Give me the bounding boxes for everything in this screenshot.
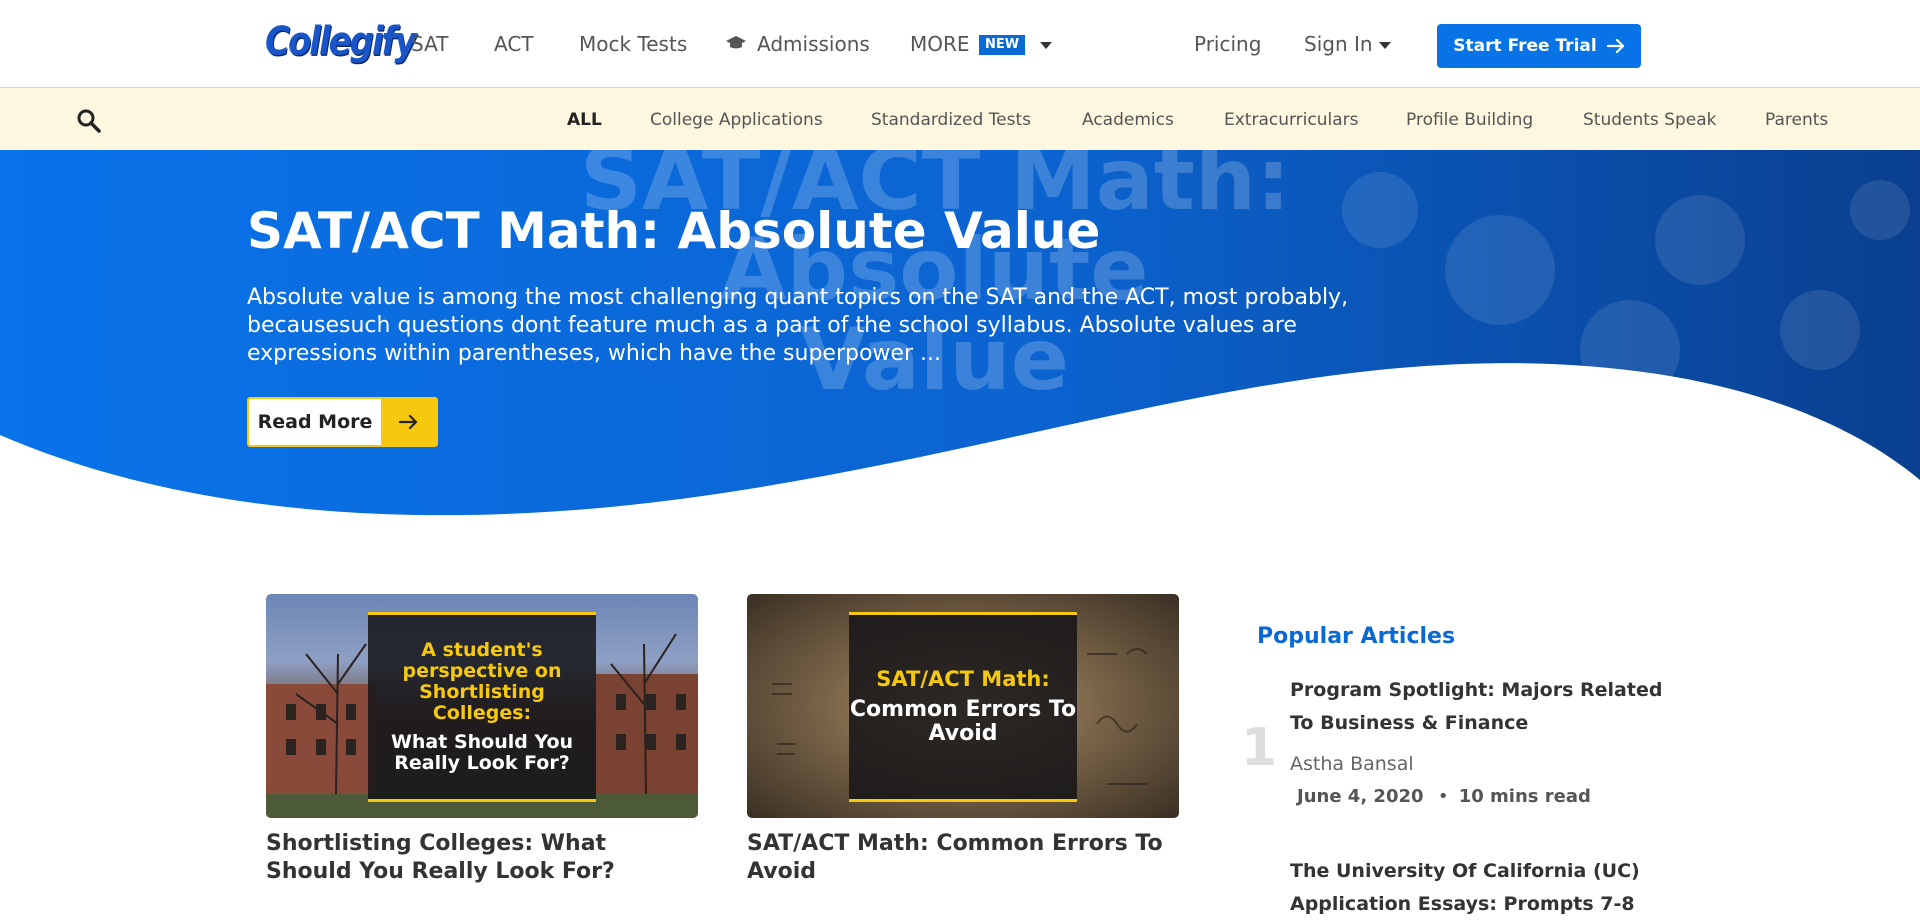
- thumbnail-white-text: Common Errors To Avoid: [849, 696, 1077, 746]
- nav-link-pricing[interactable]: Pricing: [1194, 32, 1261, 56]
- category-extracurriculars[interactable]: Extracurriculars: [1224, 110, 1359, 130]
- article-title[interactable]: Shortlisting Colleges: What Should You R…: [266, 830, 698, 886]
- popular-article-title[interactable]: Program Spotlight: Majors Related To Bus…: [1290, 674, 1670, 740]
- hero-banner: SAT/ACT Math: Absolute Value SAT/ACT Mat…: [0, 150, 1920, 520]
- bullet-separator: •: [1437, 786, 1449, 807]
- popular-article-read-time: 10 mins read: [1458, 786, 1591, 807]
- arrow-right-icon: [398, 414, 417, 430]
- chevron-down-icon[interactable]: [1040, 42, 1052, 49]
- nav-link-more[interactable]: MORE: [910, 32, 970, 56]
- category-bar: ALL College Applications Standardized Te…: [0, 87, 1920, 150]
- nav-link-sat[interactable]: SAT: [411, 32, 448, 56]
- chevron-down-icon[interactable]: [1379, 42, 1391, 49]
- nav-link-admissions[interactable]: Admissions: [757, 32, 870, 56]
- search-icon[interactable]: [76, 108, 102, 134]
- category-academics[interactable]: Academics: [1082, 110, 1174, 130]
- category-college-applications[interactable]: College Applications: [650, 110, 823, 130]
- category-all[interactable]: ALL: [567, 110, 602, 130]
- article-title[interactable]: SAT/ACT Math: Common Errors To Avoid: [747, 830, 1179, 886]
- popular-article-date: June 4, 2020: [1297, 786, 1424, 807]
- article-card[interactable]: A student's perspective on Shortlisting …: [266, 594, 698, 886]
- hero-description: Absolute value is among the most challen…: [247, 285, 1349, 366]
- read-more-label: Read More: [257, 411, 373, 433]
- start-free-trial-button[interactable]: Start Free Trial: [1437, 24, 1641, 68]
- popular-rank: 1: [1241, 718, 1278, 778]
- new-badge: NEW: [979, 35, 1026, 55]
- sign-in-dropdown[interactable]: Sign In: [1304, 32, 1373, 56]
- article-thumbnail[interactable]: SAT/ACT Math: Common Errors To Avoid: [747, 594, 1179, 818]
- read-more-arrow: [381, 399, 436, 445]
- arrow-right-icon: [1606, 38, 1624, 54]
- category-parents[interactable]: Parents: [1765, 110, 1828, 130]
- nav-link-act[interactable]: ACT: [494, 32, 534, 56]
- thumbnail-caption: A student's perspective on Shortlisting …: [368, 612, 596, 802]
- start-free-trial-label: Start Free Trial: [1453, 36, 1597, 56]
- popular-article-title[interactable]: The University Of California (UC) Applic…: [1290, 855, 1670, 921]
- thumbnail-caption: SAT/ACT Math: Common Errors To Avoid: [849, 612, 1077, 802]
- thumbnail-yellow-text: A student's perspective on Shortlisting …: [402, 639, 562, 724]
- graduation-cap-icon: [726, 36, 746, 49]
- popular-article-meta: June 4, 2020 • 10 mins read: [1297, 786, 1591, 807]
- article-thumbnail[interactable]: A student's perspective on Shortlisting …: [266, 594, 698, 818]
- category-students-speak[interactable]: Students Speak: [1583, 110, 1717, 130]
- category-standardized-tests[interactable]: Standardized Tests: [871, 110, 1031, 130]
- hero-title[interactable]: SAT/ACT Math: Absolute Value: [247, 202, 1100, 260]
- popular-articles-heading: Popular Articles: [1257, 624, 1456, 649]
- category-profile-building[interactable]: Profile Building: [1406, 110, 1533, 130]
- popular-article-author[interactable]: Astha Bansal: [1290, 753, 1414, 775]
- top-navbar: Collegify SAT ACT Mock Tests Admissions …: [0, 0, 1920, 87]
- thumbnail-white-text: What Should You Really Look For?: [390, 731, 574, 774]
- collegify-logo[interactable]: Collegify: [265, 19, 417, 65]
- nav-link-mock-tests[interactable]: Mock Tests: [579, 32, 687, 56]
- read-more-button[interactable]: Read More: [247, 397, 438, 447]
- article-card[interactable]: SAT/ACT Math: Common Errors To Avoid SAT…: [747, 594, 1179, 886]
- thumbnail-yellow-text: SAT/ACT Math:: [876, 666, 1050, 691]
